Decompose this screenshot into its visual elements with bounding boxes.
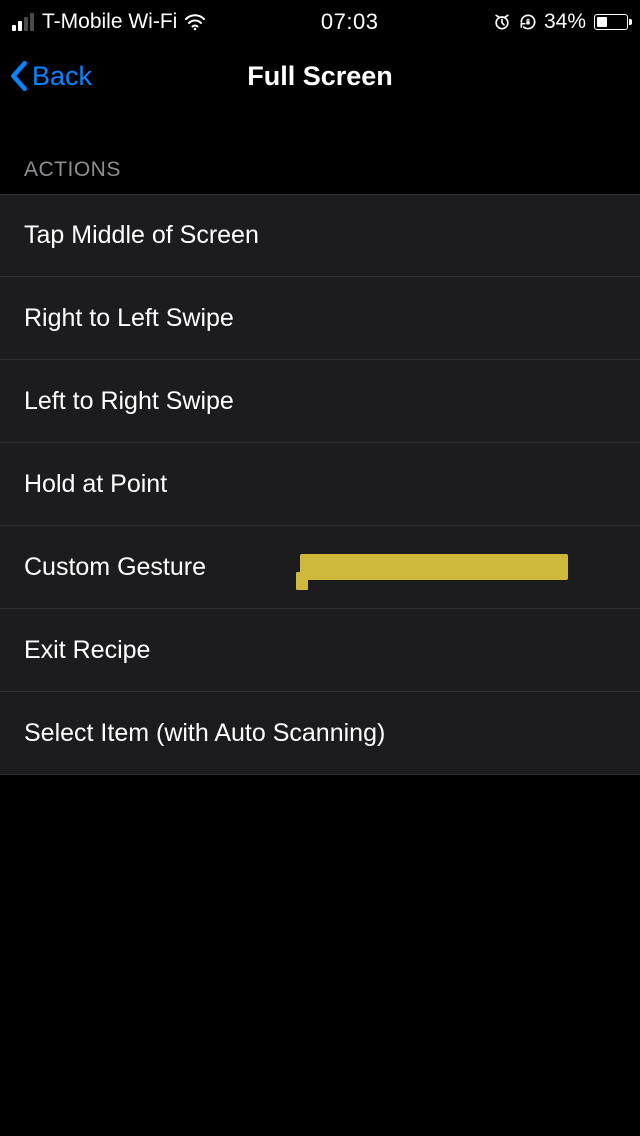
battery-percentage: 34% (544, 10, 586, 34)
list-item-label: Left to Right Swipe (24, 387, 234, 416)
actions-list: Tap Middle of Screen Right to Left Swipe… (0, 194, 640, 775)
list-item-label: Select Item (with Auto Scanning) (24, 719, 385, 748)
section-header-actions: ACTIONS (0, 158, 640, 194)
action-tap-middle[interactable]: Tap Middle of Screen (0, 194, 640, 277)
list-item-label: Hold at Point (24, 470, 167, 499)
list-item-label: Right to Left Swipe (24, 304, 234, 333)
action-select-item-auto-scanning[interactable]: Select Item (with Auto Scanning) (0, 692, 640, 775)
status-time: 07:03 (321, 9, 379, 35)
content: ACTIONS Tap Middle of Screen Right to Le… (0, 108, 640, 775)
status-right: 34% (492, 10, 628, 34)
list-item-label: Tap Middle of Screen (24, 221, 259, 250)
back-button[interactable]: Back (8, 59, 92, 93)
action-left-to-right-swipe[interactable]: Left to Right Swipe (0, 360, 640, 443)
battery-icon (594, 14, 628, 30)
alarm-icon (492, 12, 512, 32)
highlight-annotation (300, 554, 568, 580)
navigation-bar: Back Full Screen (0, 44, 640, 108)
orientation-lock-icon (518, 12, 538, 32)
carrier-label: T-Mobile Wi-Fi (42, 10, 177, 34)
action-right-to-left-swipe[interactable]: Right to Left Swipe (0, 277, 640, 360)
page-title: Full Screen (0, 61, 640, 92)
highlight-annotation (296, 572, 308, 590)
cellular-signal-icon (12, 13, 34, 31)
battery-fill (597, 17, 607, 27)
status-left: T-Mobile Wi-Fi (12, 10, 207, 34)
action-exit-recipe[interactable]: Exit Recipe (0, 609, 640, 692)
action-hold-at-point[interactable]: Hold at Point (0, 443, 640, 526)
action-custom-gesture[interactable]: Custom Gesture (0, 526, 640, 609)
wifi-icon (183, 10, 207, 34)
status-bar: T-Mobile Wi-Fi 07:03 (0, 0, 640, 44)
chevron-left-icon (8, 59, 30, 93)
list-item-label: Custom Gesture (24, 553, 206, 582)
back-label: Back (32, 61, 92, 92)
list-item-label: Exit Recipe (24, 636, 150, 665)
